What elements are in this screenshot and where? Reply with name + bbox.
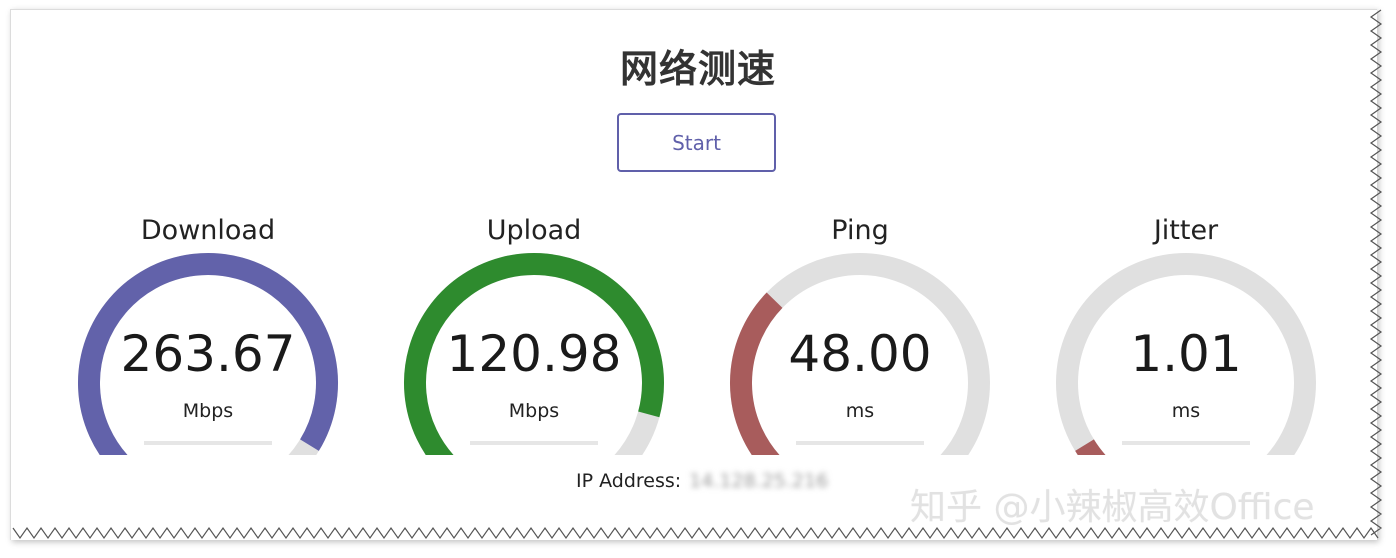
ip-address-label: IP Address:	[576, 470, 682, 492]
start-button[interactable]: Start	[617, 113, 776, 172]
download-meter: Download 263.67 Mbps	[68, 215, 348, 455]
meter-value: 48.00	[788, 325, 932, 383]
meter-unit: Mbps	[182, 400, 234, 422]
ip-address: IP Address: 14.128.25.216	[576, 470, 828, 492]
ip-address-value: 14.128.25.216	[689, 470, 829, 492]
progress-bar	[796, 441, 924, 445]
meter-unit: ms	[845, 400, 875, 422]
progress-bar	[144, 441, 272, 445]
meter-unit: Mbps	[508, 400, 560, 422]
page-title: 网络测速	[619, 47, 776, 91]
upload-meter: Upload 120.98 Mbps	[394, 215, 674, 455]
ping-meter: Ping 48.00 ms	[720, 215, 1000, 455]
progress-bar	[470, 441, 598, 445]
meter-value: 1.01	[1130, 325, 1242, 383]
meter-unit: ms	[1171, 400, 1201, 422]
gauge-fill	[1075, 439, 1106, 455]
jitter-meter: Jitter 1.01 ms	[1046, 215, 1326, 455]
progress-bar	[1122, 441, 1250, 445]
meter-value: 263.67	[120, 325, 296, 383]
meter-value: 120.98	[446, 325, 622, 383]
watermark: 知乎 @小辣椒高效Office	[910, 487, 1315, 528]
